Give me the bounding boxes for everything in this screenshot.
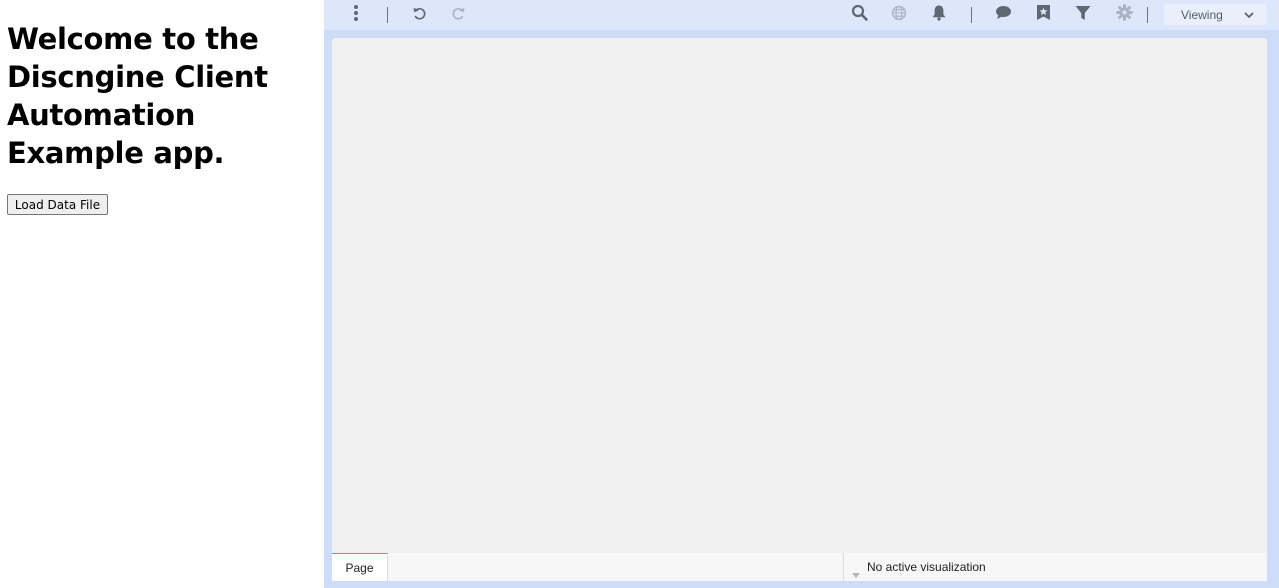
host-page-panel: Welcome to the Discngine Client Automati… [0, 0, 324, 588]
notifications-button[interactable] [930, 0, 948, 30]
visualization-status-text: No active visualization [867, 560, 986, 574]
status-bar: Page No active visualization [332, 553, 1267, 581]
status-divider [843, 553, 844, 581]
more-vertical-icon [353, 4, 359, 27]
page-tab[interactable]: Page [332, 553, 388, 581]
toolbar-divider [1147, 7, 1148, 23]
chevron-down-icon [1243, 8, 1255, 26]
toolbar-divider [387, 7, 388, 23]
more-menu-button[interactable] [348, 0, 364, 30]
settings-button[interactable] [1115, 0, 1133, 30]
view-mode-select[interactable]: Viewing [1164, 4, 1267, 25]
globe-icon [891, 5, 907, 26]
bookmark-star-icon [1036, 4, 1051, 26]
filter-icon [1075, 5, 1091, 26]
analysis-app-frame: Viewing Page No active visualization [324, 0, 1279, 588]
filter-button[interactable] [1074, 0, 1092, 30]
view-mode-label: Viewing [1181, 8, 1223, 22]
redo-icon [451, 5, 467, 26]
comment-icon [995, 5, 1012, 25]
gear-icon [1115, 4, 1133, 26]
globe-button[interactable] [890, 0, 908, 30]
undo-icon [411, 5, 427, 26]
load-data-file-button[interactable]: Load Data File [7, 194, 108, 215]
redo-button[interactable] [450, 0, 468, 30]
search-button[interactable] [850, 0, 868, 30]
comments-button[interactable] [994, 0, 1012, 30]
bookmarks-button[interactable] [1034, 0, 1052, 30]
toolbar-divider [971, 7, 972, 23]
top-toolbar: Viewing [324, 0, 1279, 30]
undo-button[interactable] [410, 0, 428, 30]
caret-down-icon[interactable] [852, 565, 860, 583]
search-icon [851, 4, 868, 26]
welcome-heading: Welcome to the Discngine Client Automati… [7, 22, 268, 170]
bell-icon [931, 4, 947, 26]
visualization-canvas[interactable] [332, 38, 1267, 553]
